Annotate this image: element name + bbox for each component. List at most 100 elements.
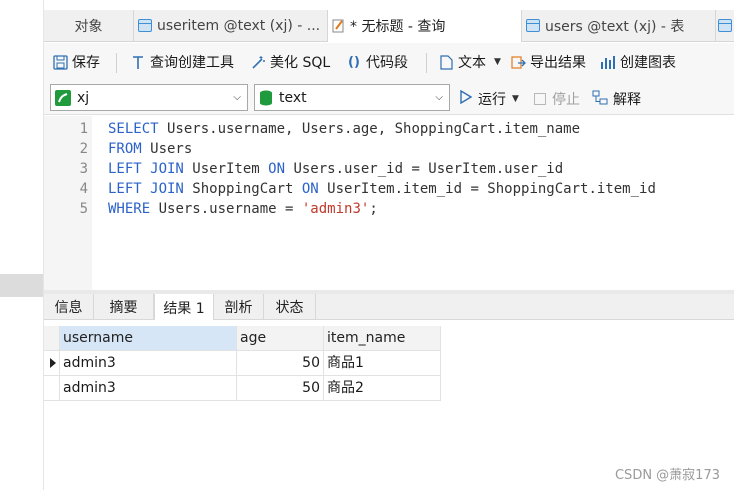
sql-identifier: Users (141, 141, 193, 157)
sql-editor[interactable]: 1 2 3 4 5 SELECT Users.username, Users.a… (44, 116, 734, 290)
tab-profile[interactable]: 剖析 (214, 294, 264, 320)
code-line: SELECT Users.username, Users.age, Shoppi… (108, 119, 580, 139)
toolbar-divider (116, 53, 117, 73)
tab-summary[interactable]: 摘要 (94, 294, 154, 320)
tab-untitled-query[interactable]: * 无标题 - 查询 (328, 10, 522, 42)
text-mode-label: 文本 (458, 55, 486, 71)
query-icon (332, 19, 346, 33)
stop-button[interactable]: 停止 (534, 89, 580, 109)
run-label: 运行 (478, 92, 506, 108)
stop-label: 停止 (552, 92, 580, 108)
table-icon (138, 19, 152, 32)
code-snippet-button[interactable]: () 代码段 (346, 51, 408, 73)
export-icon (510, 54, 526, 70)
chevron-down-icon: ⌵ (233, 92, 241, 103)
column-header-username[interactable]: username (60, 326, 237, 351)
sql-identifier: ; (369, 201, 378, 217)
tab-users-table[interactable]: users @text (xj) - 表 (522, 10, 716, 41)
line-number-gutter: 1 2 3 4 5 (44, 116, 92, 290)
table-cell[interactable]: admin3 (60, 351, 237, 376)
tab-label: * 无标题 - 查询 (350, 19, 446, 35)
export-results-label: 导出结果 (530, 55, 586, 71)
sql-keyword: WHERE (108, 201, 151, 217)
export-results-button[interactable]: 导出结果 (510, 51, 586, 73)
tab-label: 状态 (275, 300, 304, 316)
parentheses-icon: () (348, 54, 360, 70)
code-line: FROM Users (108, 139, 192, 159)
navigator-panel (0, 0, 44, 490)
magic-wand-icon (250, 54, 266, 70)
tab-useritem-table[interactable]: useritem @text (xj) - ... (134, 10, 328, 41)
explain-button[interactable]: 解释 (592, 89, 641, 109)
grid-corner (44, 326, 60, 351)
tab-status[interactable]: 状态 (264, 294, 316, 320)
line-number: 1 (79, 121, 88, 137)
play-icon (460, 89, 473, 108)
tab-label: 剖析 (224, 300, 253, 316)
sql-string-literal: 'admin3' (301, 201, 370, 217)
save-button[interactable]: 保存 (52, 51, 100, 73)
table-icon (718, 19, 732, 32)
row-selector[interactable] (44, 376, 60, 401)
line-number: 5 (79, 201, 88, 217)
sql-keyword: LEFT JOIN (108, 161, 184, 177)
tab-label: 结果 1 (163, 300, 205, 317)
chevron-down-icon: ⌵ (435, 92, 443, 103)
result-tabs: 信息 摘要 结果 1 剖析 状态 (44, 294, 734, 321)
current-row-indicator-icon (50, 358, 56, 368)
beautify-sql-button[interactable]: 美化 SQL (250, 51, 330, 73)
code-line: LEFT JOIN ShoppingCart ON UserItem.item_… (108, 179, 656, 199)
table-cell[interactable]: 50 (237, 351, 324, 376)
explain-label: 解释 (613, 92, 641, 108)
tab-label: useritem @text (xj) - ... (157, 17, 321, 34)
database-icon (259, 90, 273, 106)
sql-keyword: LEFT JOIN (108, 181, 184, 197)
chevron-down-icon: ▼ (512, 94, 519, 104)
text-mode-dropdown[interactable]: 文本 ▼ (438, 51, 501, 73)
table-cell[interactable]: admin3 (60, 376, 237, 401)
sql-identifier: Users.username, Users.age, ShoppingCart.… (158, 121, 581, 137)
sql-identifier: ShoppingCart (183, 181, 302, 197)
tab-bar: 对象 useritem @text (xj) - ... * 无标题 - 查询 … (44, 10, 734, 42)
create-chart-label: 创建图表 (620, 55, 676, 71)
tab-result-1[interactable]: 结果 1 (154, 294, 214, 321)
sql-identifier: UserItem (183, 161, 269, 177)
navigator-selected-item[interactable] (0, 274, 43, 297)
connection-select[interactable]: xj ⌵ (50, 84, 248, 111)
tab-info[interactable]: 信息 (44, 294, 94, 320)
database-select[interactable]: text ⌵ (254, 84, 450, 111)
run-button[interactable]: 运行 ▼ (460, 89, 519, 109)
tab-label: 摘要 (109, 300, 138, 316)
stop-icon (534, 93, 546, 105)
tab-label: 对象 (74, 18, 103, 35)
code-line: LEFT JOIN UserItem ON Users.user_id = Us… (108, 159, 563, 179)
save-label: 保存 (72, 55, 100, 71)
query-builder-button[interactable]: 查询创建工具 (130, 51, 234, 73)
sql-keyword: FROM (108, 141, 142, 157)
document-icon (438, 54, 454, 70)
connection-bar: xj ⌵ text ⌵ 运行 ▼ 停止 解释 (44, 81, 734, 115)
table-cell[interactable]: 50 (237, 376, 324, 401)
table-cell[interactable]: 商品2 (324, 376, 441, 401)
connection-icon (55, 89, 71, 106)
row-selector-current[interactable] (44, 351, 60, 376)
create-chart-button[interactable]: 创建图表 (600, 51, 676, 73)
query-toolbar: 保存 查询创建工具 美化 SQL () 代码段 文本 ▼ 导出结果 创建图表 (44, 43, 734, 81)
query-builder-label: 查询创建工具 (150, 55, 234, 71)
tab-overflow[interactable] (716, 10, 734, 41)
table-cell[interactable]: 商品1 (324, 351, 441, 376)
column-header-age[interactable]: age (237, 326, 324, 351)
sql-identifier: Users.user_id = UserItem.user_id (285, 161, 564, 177)
watermark: CSDN @萧寂173 (614, 468, 720, 483)
connection-name: xj (77, 89, 90, 106)
sql-identifier: Users.username = (150, 201, 302, 217)
tab-objects[interactable]: 对象 (44, 10, 134, 41)
sql-identifier: UserItem.item_id = ShoppingCart.item_id (318, 181, 656, 197)
database-name: text (279, 89, 307, 106)
query-builder-icon (130, 54, 146, 70)
table-icon (526, 19, 540, 32)
sql-keyword: ON (268, 161, 286, 177)
chart-icon (600, 54, 616, 70)
column-header-item-name[interactable]: item_name (324, 326, 441, 351)
save-icon (52, 54, 68, 70)
